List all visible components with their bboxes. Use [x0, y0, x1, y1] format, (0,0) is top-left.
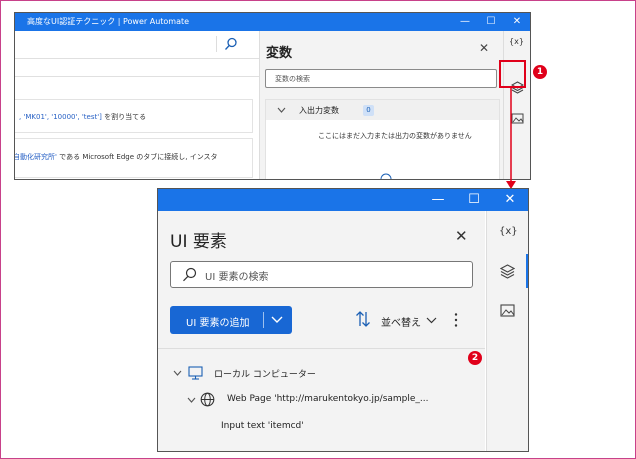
power-automate-window-bottom: — ☐ ✕ UI 要素 ✕ UI 要素の検索 UI 要素の追加 並べ替え ローカ…	[157, 188, 529, 452]
maximize-button[interactable]: ☐	[456, 189, 492, 211]
info-icon	[380, 173, 392, 179]
callout-badge-2: 2	[468, 351, 482, 365]
computer-icon	[188, 366, 203, 380]
window-title: 高度なUI認証テクニック | Power Automate	[27, 17, 190, 26]
pane-title: UI 要素	[170, 232, 227, 252]
pane-title: 変数	[266, 46, 293, 61]
editor-tab-strip	[15, 59, 259, 77]
step-parameter: 自動化研究所'	[14, 153, 57, 161]
search-placeholder: UI 要素の検索	[205, 272, 269, 283]
empty-message: ここにはまだ入力または出力の変数がありません	[318, 132, 472, 140]
chevron-down-icon[interactable]	[173, 370, 182, 376]
flow-step[interactable]: , 'MK01', '10000', 'test'] を割り当てる	[15, 99, 253, 133]
step-text: を割り当てる	[101, 113, 147, 121]
step-text: である Microsoft Edge のタブに接続し, インスタ	[56, 153, 218, 161]
close-icon[interactable]: ✕	[455, 227, 468, 245]
io-section-header[interactable]: 入出力変数 0	[266, 100, 499, 120]
close-icon[interactable]: ✕	[479, 41, 489, 55]
chevron-down-icon[interactable]	[277, 107, 286, 113]
step-parameter: , 'MK01', '10000', 'test']	[19, 113, 102, 121]
active-indicator	[526, 254, 528, 288]
chevron-down-icon[interactable]	[426, 317, 437, 324]
search-icon	[183, 267, 197, 282]
io-variables-section: 入出力変数 0 ここにはまだ入力または出力の変数がありません	[265, 99, 500, 179]
ui-elements-pane: UI 要素 ✕ UI 要素の検索 UI 要素の追加 並べ替え ローカル コンピュ…	[158, 211, 485, 451]
ui-elements-layers-icon[interactable]	[500, 264, 515, 279]
close-button[interactable]: ✕	[492, 189, 528, 211]
more-options-icon[interactable]	[454, 312, 458, 328]
variables-icon[interactable]: {x}	[509, 37, 524, 46]
power-automate-window-top: 高度なUI認証テクニック | Power Automate — ☐ ✕ , 'M…	[14, 12, 531, 180]
minimize-button[interactable]: —	[452, 13, 478, 31]
variables-icon[interactable]: {x}	[499, 226, 518, 237]
variables-search-input[interactable]: 変数の検索	[265, 69, 497, 88]
ui-elements-search-input[interactable]: UI 要素の検索	[170, 261, 473, 288]
title-bar: 高度なUI認証テクニック | Power Automate — ☐ ✕	[15, 13, 530, 31]
tree-node-input-text[interactable]: Input text 'itemcd'	[221, 421, 304, 431]
add-ui-element-button[interactable]: UI 要素の追加	[170, 306, 292, 334]
tree-node-label: Web Page 'http://marukentokyo.jp/sample_…	[227, 394, 429, 404]
chevron-down-icon[interactable]	[187, 397, 196, 403]
connector-arrow	[506, 87, 516, 189]
maximize-button[interactable]: ☐	[478, 13, 504, 31]
callout-badge-1: 1	[533, 65, 547, 79]
divider	[158, 348, 485, 349]
tree-node-web-page[interactable]: Web Page 'http://marukentokyo.jp/sample_…	[186, 392, 482, 411]
actions-search-bar[interactable]	[15, 31, 259, 59]
globe-icon	[200, 392, 215, 407]
tree-node-label: ローカル コンピューター	[214, 370, 316, 380]
count-badge: 0	[363, 105, 374, 116]
search-icon[interactable]	[224, 37, 238, 51]
side-rail: {x}	[486, 211, 528, 451]
sort-button[interactable]: 並べ替え	[381, 314, 421, 329]
chevron-down-icon[interactable]	[271, 316, 283, 324]
tree-node-local-computer[interactable]: ローカル コンピューター	[172, 366, 472, 384]
io-section-label: 入出力変数	[299, 106, 339, 115]
highlight-box	[499, 60, 526, 88]
minimize-button[interactable]: —	[420, 189, 456, 211]
search-placeholder: 変数の検索	[275, 75, 310, 83]
flow-step[interactable]: 自動化研究所' である Microsoft Edge のタブに接続し, インスタ	[15, 138, 253, 178]
close-button[interactable]: ✕	[504, 13, 530, 31]
add-ui-element-label: UI 要素の追加	[186, 318, 250, 329]
variables-pane: 変数 ✕ 変数の検索 入出力変数 0 ここにはまだ入力または出力の変数がありませ…	[259, 31, 503, 179]
title-bar: — ☐ ✕	[158, 189, 528, 211]
sort-icon[interactable]	[355, 310, 371, 328]
images-icon[interactable]	[500, 304, 515, 317]
